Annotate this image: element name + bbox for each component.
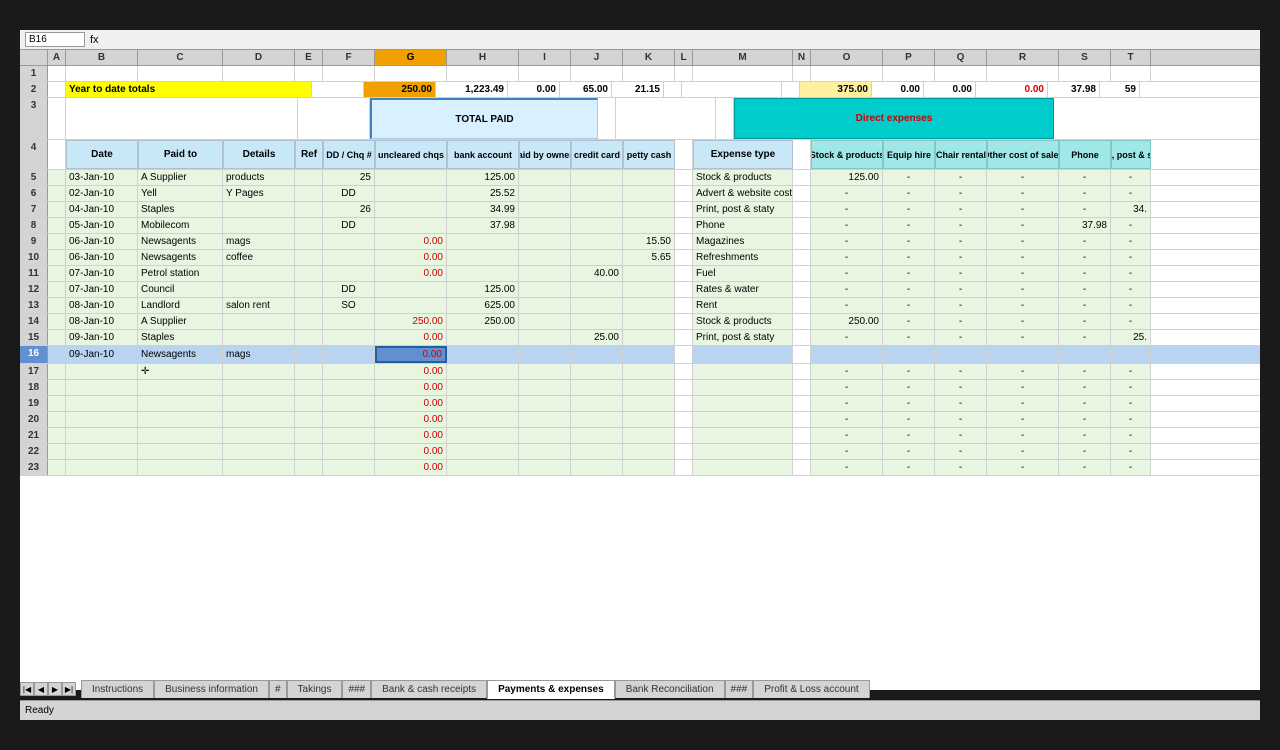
tab-takings[interactable]: Takings xyxy=(287,680,343,698)
tab-business-info[interactable]: Business information xyxy=(154,680,269,698)
tab-hash2[interactable]: ### xyxy=(342,680,371,698)
table-row[interactable]: 18 0.00 - - - - - - xyxy=(20,380,1260,396)
col-a[interactable]: A xyxy=(48,50,66,65)
scroll-last[interactable]: ▶| xyxy=(62,682,76,696)
row-4-subheaders: 4 Date Paid to Details Ref DD / Chq # un… xyxy=(20,140,1260,170)
equip-hire-header: Equip hire xyxy=(883,140,935,169)
col-f[interactable]: F xyxy=(323,50,375,65)
table-row[interactable]: 6 02-Jan-10 Yell Y Pages DD 25.52 Advert… xyxy=(20,186,1260,202)
scroll-next[interactable]: ▶ xyxy=(48,682,62,696)
expense-type-header: Expense type xyxy=(693,140,793,169)
row2-i[interactable]: 0.00 xyxy=(508,82,560,97)
row2-k[interactable]: 21.15 xyxy=(612,82,664,97)
credit-card-header: credit card xyxy=(571,140,623,169)
table-row[interactable]: 5 03-Jan-10 A Supplier products 25 125.0… xyxy=(20,170,1260,186)
row2-h[interactable]: 1,223.49 xyxy=(436,82,508,97)
table-row[interactable]: 15 09-Jan-10 Staples 0.00 25.00 Print, p… xyxy=(20,330,1260,346)
table-row[interactable]: 10 06-Jan-10 Newsagents coffee 0.00 5.65… xyxy=(20,250,1260,266)
col-b[interactable]: B xyxy=(66,50,138,65)
formula-bar: fx xyxy=(20,30,1260,50)
tab-hash1[interactable]: # xyxy=(269,680,287,698)
total-paid-header: TOTAL PAID xyxy=(370,98,598,139)
table-row[interactable]: 11 07-Jan-10 Petrol station 0.00 40.00 F… xyxy=(20,266,1260,282)
col-q[interactable]: Q xyxy=(935,50,987,65)
status-text: Ready xyxy=(25,705,54,716)
status-bar: Ready xyxy=(20,700,1260,720)
col-s[interactable]: S xyxy=(1059,50,1111,65)
row2-j[interactable]: 65.00 xyxy=(560,82,612,97)
row-1: 1 xyxy=(20,66,1260,82)
bank-account-header: bank account xyxy=(447,140,519,169)
name-box[interactable] xyxy=(25,32,85,47)
phone-header: Phone xyxy=(1059,140,1111,169)
ref-header: Ref xyxy=(295,140,323,169)
petty-cash-header: petty cash xyxy=(623,140,675,169)
col-l[interactable]: L xyxy=(675,50,693,65)
year-to-date-label[interactable]: Year to date totals xyxy=(66,82,312,97)
col-o[interactable]: O xyxy=(811,50,883,65)
scroll-prev[interactable]: ◀ xyxy=(34,682,48,696)
tab-bar: |◀ ◀ ▶ ▶| Instructions Business informat… xyxy=(20,678,870,700)
dd-chq-header: DD / Chq # xyxy=(323,140,375,169)
sheet-scroll-arrows: |◀ ◀ ▶ ▶| xyxy=(20,682,76,696)
table-row[interactable]: 17 ✛ 0.00 - - - - - - xyxy=(20,364,1260,380)
tab-payments-expenses[interactable]: Payments & expenses xyxy=(487,680,615,699)
col-i[interactable]: I xyxy=(519,50,571,65)
row2-r[interactable]: 0.00 xyxy=(976,82,1048,97)
table-row[interactable]: 7 04-Jan-10 Staples 26 34.99 Print, post… xyxy=(20,202,1260,218)
other-cost-header: Other cost of sales xyxy=(987,140,1059,169)
table-row[interactable]: 14 08-Jan-10 A Supplier 250.00 250.00 St… xyxy=(20,314,1260,330)
row2-s[interactable]: 37.98 xyxy=(1048,82,1100,97)
row-3-header: 3 TOTAL PAID Direct expenses xyxy=(20,98,1260,140)
tab-bank-cash[interactable]: Bank & cash receipts xyxy=(371,680,487,698)
details-header: Details xyxy=(223,140,295,169)
table-row[interactable]: 19 0.00 - - - - - - xyxy=(20,396,1260,412)
row2-o[interactable]: 375.00 xyxy=(800,82,872,97)
spreadsheet: fx A B C D E F G H I J K L M N O P Q R S… xyxy=(20,30,1260,690)
table-row[interactable]: 20 0.00 - - - - - - xyxy=(20,412,1260,428)
table-row[interactable]: 9 06-Jan-10 Newsagents mags 0.00 15.50 M… xyxy=(20,234,1260,250)
row2-t[interactable]: 59 xyxy=(1100,82,1140,97)
tab-instructions[interactable]: Instructions xyxy=(81,680,154,698)
col-m[interactable]: M xyxy=(693,50,793,65)
col-j[interactable]: J xyxy=(571,50,623,65)
col-e[interactable]: E xyxy=(295,50,323,65)
col-g[interactable]: G xyxy=(375,50,447,65)
scroll-first[interactable]: |◀ xyxy=(20,682,34,696)
col-k[interactable]: K xyxy=(623,50,675,65)
grid-body: 1 2 Year to date totals xyxy=(20,66,1260,690)
chair-rental-header: Chair rental xyxy=(935,140,987,169)
col-n[interactable]: N xyxy=(793,50,811,65)
col-d[interactable]: D xyxy=(223,50,295,65)
table-row[interactable]: 22 0.00 - - - - - - xyxy=(20,444,1260,460)
print-post-header: Print, post & stat... xyxy=(1111,140,1151,169)
direct-expenses-header: Direct expenses xyxy=(734,98,1054,139)
col-p[interactable]: P xyxy=(883,50,935,65)
row-2: 2 Year to date totals 250.00 1,223.49 0.… xyxy=(20,82,1260,98)
row2-q[interactable]: 0.00 xyxy=(924,82,976,97)
row2-g[interactable]: 250.00 xyxy=(364,82,436,97)
table-row[interactable]: 12 07-Jan-10 Council DD 125.00 Rates & w… xyxy=(20,282,1260,298)
tab-profit-loss[interactable]: Profit & Loss account xyxy=(753,680,870,698)
row2-p[interactable]: 0.00 xyxy=(872,82,924,97)
table-row[interactable]: 13 08-Jan-10 Landlord salon rent SO 625.… xyxy=(20,298,1260,314)
table-row[interactable]: 23 0.00 - - - - - - xyxy=(20,460,1260,476)
col-h[interactable]: H xyxy=(447,50,519,65)
paid-to-header: Paid to xyxy=(138,140,223,169)
col-r[interactable]: R xyxy=(987,50,1059,65)
tab-bank-reconciliation[interactable]: Bank Reconciliation xyxy=(615,680,725,698)
table-row[interactable]: 16 09-Jan-10 Newsagents mags 0.00 xyxy=(20,346,1260,364)
paid-by-owners-header: paid by owners xyxy=(519,140,571,169)
corner-cell xyxy=(20,50,48,65)
uncleared-header: uncleared chqs xyxy=(375,140,447,169)
stock-products-header: Stock & products xyxy=(811,140,883,169)
column-headers: A B C D E F G H I J K L M N O P Q R S T xyxy=(20,50,1260,66)
tab-hash3[interactable]: ### xyxy=(725,680,754,698)
table-row[interactable]: 8 05-Jan-10 Mobilecom DD 37.98 Phone - -… xyxy=(20,218,1260,234)
col-t[interactable]: T xyxy=(1111,50,1151,65)
date-header: Date xyxy=(66,140,138,169)
col-c[interactable]: C xyxy=(138,50,223,65)
table-row[interactable]: 21 0.00 - - - - - - xyxy=(20,428,1260,444)
